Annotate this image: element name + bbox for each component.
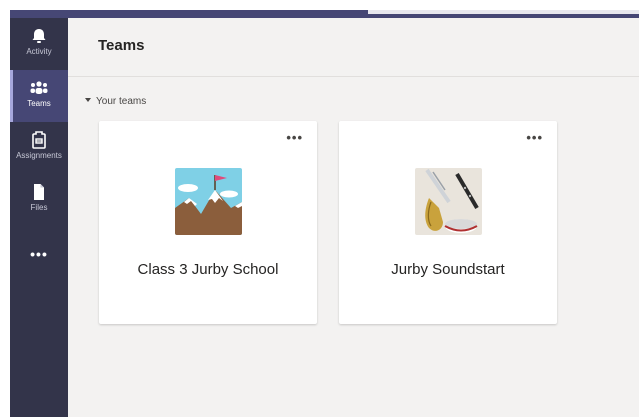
mountain-flag-image <box>175 168 242 235</box>
team-avatar <box>175 168 242 235</box>
your-teams-toggle[interactable]: Your teams <box>85 96 146 107</box>
app-bar-item-assignments[interactable]: Assignments <box>10 122 68 174</box>
page-header: Teams <box>68 18 639 77</box>
teams-icon <box>30 81 48 94</box>
section-label: Your teams <box>96 96 147 107</box>
more-apps-button[interactable]: ••• <box>10 244 68 264</box>
app-bar-item-teams[interactable]: Teams <box>10 70 68 122</box>
app-bar-label: Teams <box>27 99 51 108</box>
file-icon <box>34 184 44 200</box>
team-more-options-button[interactable]: ••• <box>286 131 303 144</box>
page-title: Teams <box>98 37 145 54</box>
app-bar-item-activity[interactable]: Activity <box>10 18 68 70</box>
assignments-icon <box>32 131 46 149</box>
main-content: Teams Your teams ••• Class 3 Jurby Schoo… <box>68 18 639 417</box>
app-bar: Activity Teams Assignments Files ••• <box>10 18 68 417</box>
app-bar-label: Assignments <box>16 151 62 160</box>
app-bar-label: Files <box>30 203 48 212</box>
caret-down-icon <box>85 98 91 102</box>
teams-app-window: Activity Teams Assignments Files ••• Tea… <box>0 0 639 417</box>
app-bar-label: Activity <box>26 47 52 56</box>
team-name: Class 3 Jurby School <box>137 261 279 278</box>
instruments-image <box>415 168 482 235</box>
team-more-options-button[interactable]: ••• <box>526 131 543 144</box>
app-bar-item-files[interactable]: Files <box>10 174 68 226</box>
team-card-jurby-soundstart[interactable]: ••• Jurby Soundstart <box>339 121 557 324</box>
bell-icon <box>32 29 46 43</box>
search-bar[interactable] <box>368 10 639 14</box>
team-card-class-3-jurby-school[interactable]: ••• Class 3 Jurby School <box>99 121 317 324</box>
team-avatar <box>415 168 482 235</box>
team-name: Jurby Soundstart <box>391 261 505 278</box>
